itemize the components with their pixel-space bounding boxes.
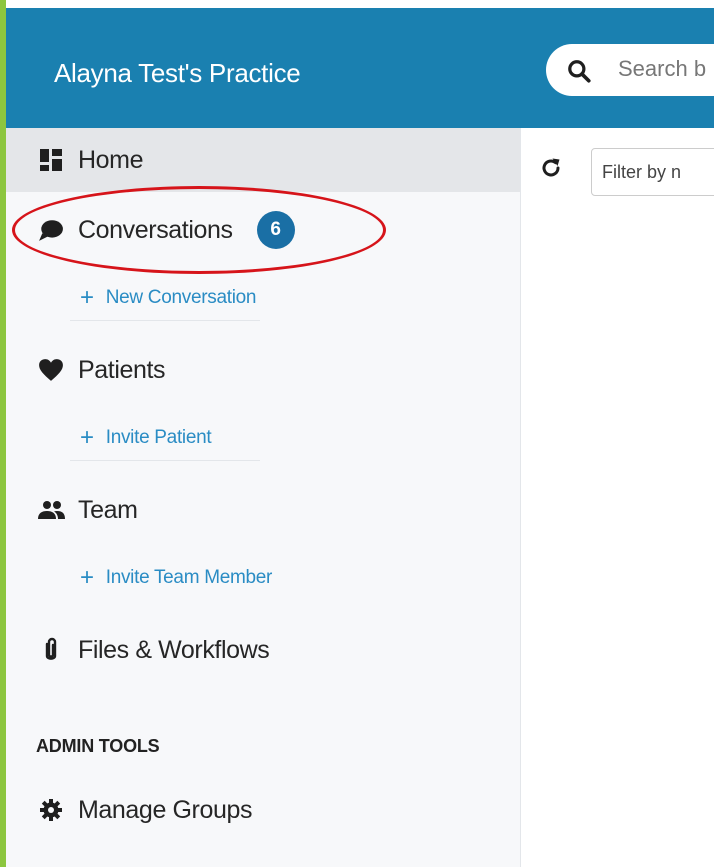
dashboard-icon	[36, 145, 66, 175]
practice-name: Alayna Test's Practice	[54, 58, 301, 88]
sidebar-item-label: Conversations	[78, 215, 233, 244]
sidebar-item-label: Team	[78, 495, 138, 524]
plus-icon: +	[80, 284, 94, 311]
unread-count-badge: 6	[256, 211, 295, 249]
sidebar-item-patients[interactable]: Patients	[6, 338, 520, 402]
search-bar[interactable]: Search b	[546, 44, 714, 96]
top-header: Alayna Test's Practice Search b	[6, 8, 714, 128]
invite-patient-link[interactable]: + Invite Patient	[70, 416, 260, 461]
invite-team-member-label: Invite Team Member	[105, 567, 273, 588]
plus-icon: +	[80, 424, 94, 451]
invite-team-member-link[interactable]: + Invite Team Member	[70, 556, 350, 600]
paperclip-icon	[36, 635, 66, 665]
people-icon	[36, 495, 66, 525]
plus-icon: +	[80, 564, 94, 591]
left-accent-bar	[0, 0, 6, 867]
new-conversation-link[interactable]: + New Conversation	[70, 276, 260, 321]
sidebar: Home Conversations 6 + New Conversation	[6, 128, 521, 867]
sidebar-item-files-workflows[interactable]: Files & Workflows	[6, 618, 520, 682]
main-content	[521, 128, 714, 867]
admin-tools-heading: ADMIN TOOLS	[36, 736, 160, 756]
chat-bubble-icon	[36, 215, 66, 245]
sidebar-item-team[interactable]: Team	[6, 478, 520, 542]
sidebar-item-conversations[interactable]: Conversations 6	[6, 198, 520, 262]
filter-input[interactable]	[591, 148, 714, 196]
sidebar-item-label: Manage Groups	[78, 795, 253, 824]
heart-icon	[36, 355, 66, 385]
sidebar-item-home[interactable]: Home	[6, 128, 520, 192]
search-input[interactable]: Search b	[618, 56, 706, 82]
sidebar-item-label: Home	[78, 145, 144, 174]
app-window: Alayna Test's Practice Search b Home Con…	[0, 0, 714, 867]
sidebar-item-manage-groups[interactable]: Manage Groups	[6, 778, 520, 842]
new-conversation-label: New Conversation	[105, 287, 257, 308]
sidebar-item-label: Patients	[78, 355, 166, 384]
sidebar-item-label: Files & Workflows	[78, 635, 270, 664]
refresh-icon[interactable]	[539, 156, 563, 180]
gear-icon	[36, 795, 66, 825]
invite-patient-label: Invite Patient	[105, 427, 212, 448]
search-icon	[568, 60, 591, 83]
